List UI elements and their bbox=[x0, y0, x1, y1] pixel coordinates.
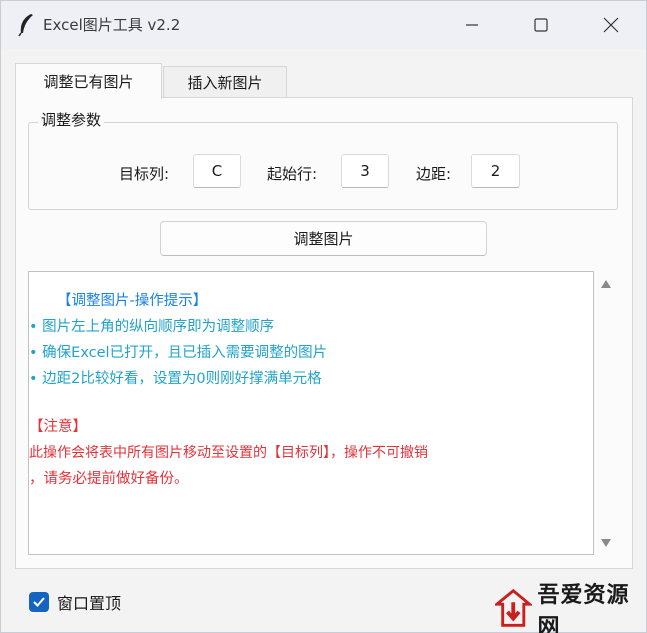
info-heading: 【调整图片-操作提示】 bbox=[57, 293, 208, 309]
tip-line: • 确保Excel已打开，且已插入需要调整的图片 bbox=[29, 345, 328, 361]
triangle-up-icon bbox=[601, 280, 611, 288]
maximize-button[interactable] bbox=[518, 9, 564, 41]
scroll-up-arrow[interactable] bbox=[600, 279, 612, 289]
scroll-down-arrow[interactable] bbox=[600, 538, 612, 548]
watermark: 吾爱资源网 bbox=[495, 582, 647, 633]
title-bar[interactable]: Excel图片工具 v2.2 bbox=[1, 1, 646, 49]
params-groupbox bbox=[28, 122, 618, 210]
tab-bar: 调整已有图片 插入新图片 bbox=[15, 63, 633, 99]
tab-insert-new[interactable]: 插入新图片 bbox=[163, 66, 287, 98]
watermark-logo-icon bbox=[495, 588, 532, 627]
target-column-label: 目标列: bbox=[119, 165, 170, 183]
start-row-label: 起始行: bbox=[267, 165, 318, 183]
tab-adjust-existing[interactable]: 调整已有图片 bbox=[15, 63, 162, 99]
feather-icon bbox=[18, 14, 33, 37]
watermark-text: 吾爱资源网 bbox=[537, 582, 630, 633]
margin-label: 边距: bbox=[416, 165, 452, 183]
checkmark-icon bbox=[33, 597, 45, 607]
warning-line: ，请务必提前做好备份。 bbox=[29, 471, 189, 487]
warning-line: 此操作会将表中所有图片移动至设置的【目标列】，操作不可撤销 bbox=[29, 445, 428, 461]
triangle-down-icon bbox=[601, 539, 611, 547]
pin-window-checkbox-row[interactable]: 窗口置顶 bbox=[29, 591, 121, 613]
adjust-images-button[interactable]: 调整图片 bbox=[160, 221, 487, 256]
warning-heading: 【注意】 bbox=[29, 419, 87, 435]
params-group-title: 调整参数 bbox=[38, 109, 105, 130]
close-button[interactable] bbox=[588, 9, 634, 41]
app-window: Excel图片工具 v2.2 调整已有图片 插入新图片 调整参数 目标列: C … bbox=[0, 0, 647, 633]
tip-line: • 边距2比较好看，设置为0则刚好撑满单元格 bbox=[29, 371, 322, 387]
pin-window-label: 窗口置顶 bbox=[57, 594, 122, 613]
tip-line: • 图片左上角的纵向顺序即为调整顺序 bbox=[29, 319, 275, 335]
target-column-input[interactable]: C bbox=[193, 154, 241, 188]
tab-panel: 调整参数 目标列: C 起始行: 3 边距: 2 调整图片 【调整图片-操作提示… bbox=[15, 97, 633, 569]
start-row-input[interactable]: 3 bbox=[341, 154, 389, 188]
close-icon bbox=[603, 17, 619, 33]
maximize-icon bbox=[534, 18, 548, 32]
window-title: Excel图片工具 v2.2 bbox=[43, 16, 181, 34]
minimize-button[interactable] bbox=[449, 9, 495, 41]
info-textarea[interactable]: 【调整图片-操作提示】 • 图片左上角的纵向顺序即为调整顺序 • 确保Excel… bbox=[28, 271, 594, 555]
margin-input[interactable]: 2 bbox=[471, 154, 520, 188]
minimize-icon bbox=[466, 24, 478, 26]
pin-window-checkbox[interactable] bbox=[29, 592, 49, 612]
